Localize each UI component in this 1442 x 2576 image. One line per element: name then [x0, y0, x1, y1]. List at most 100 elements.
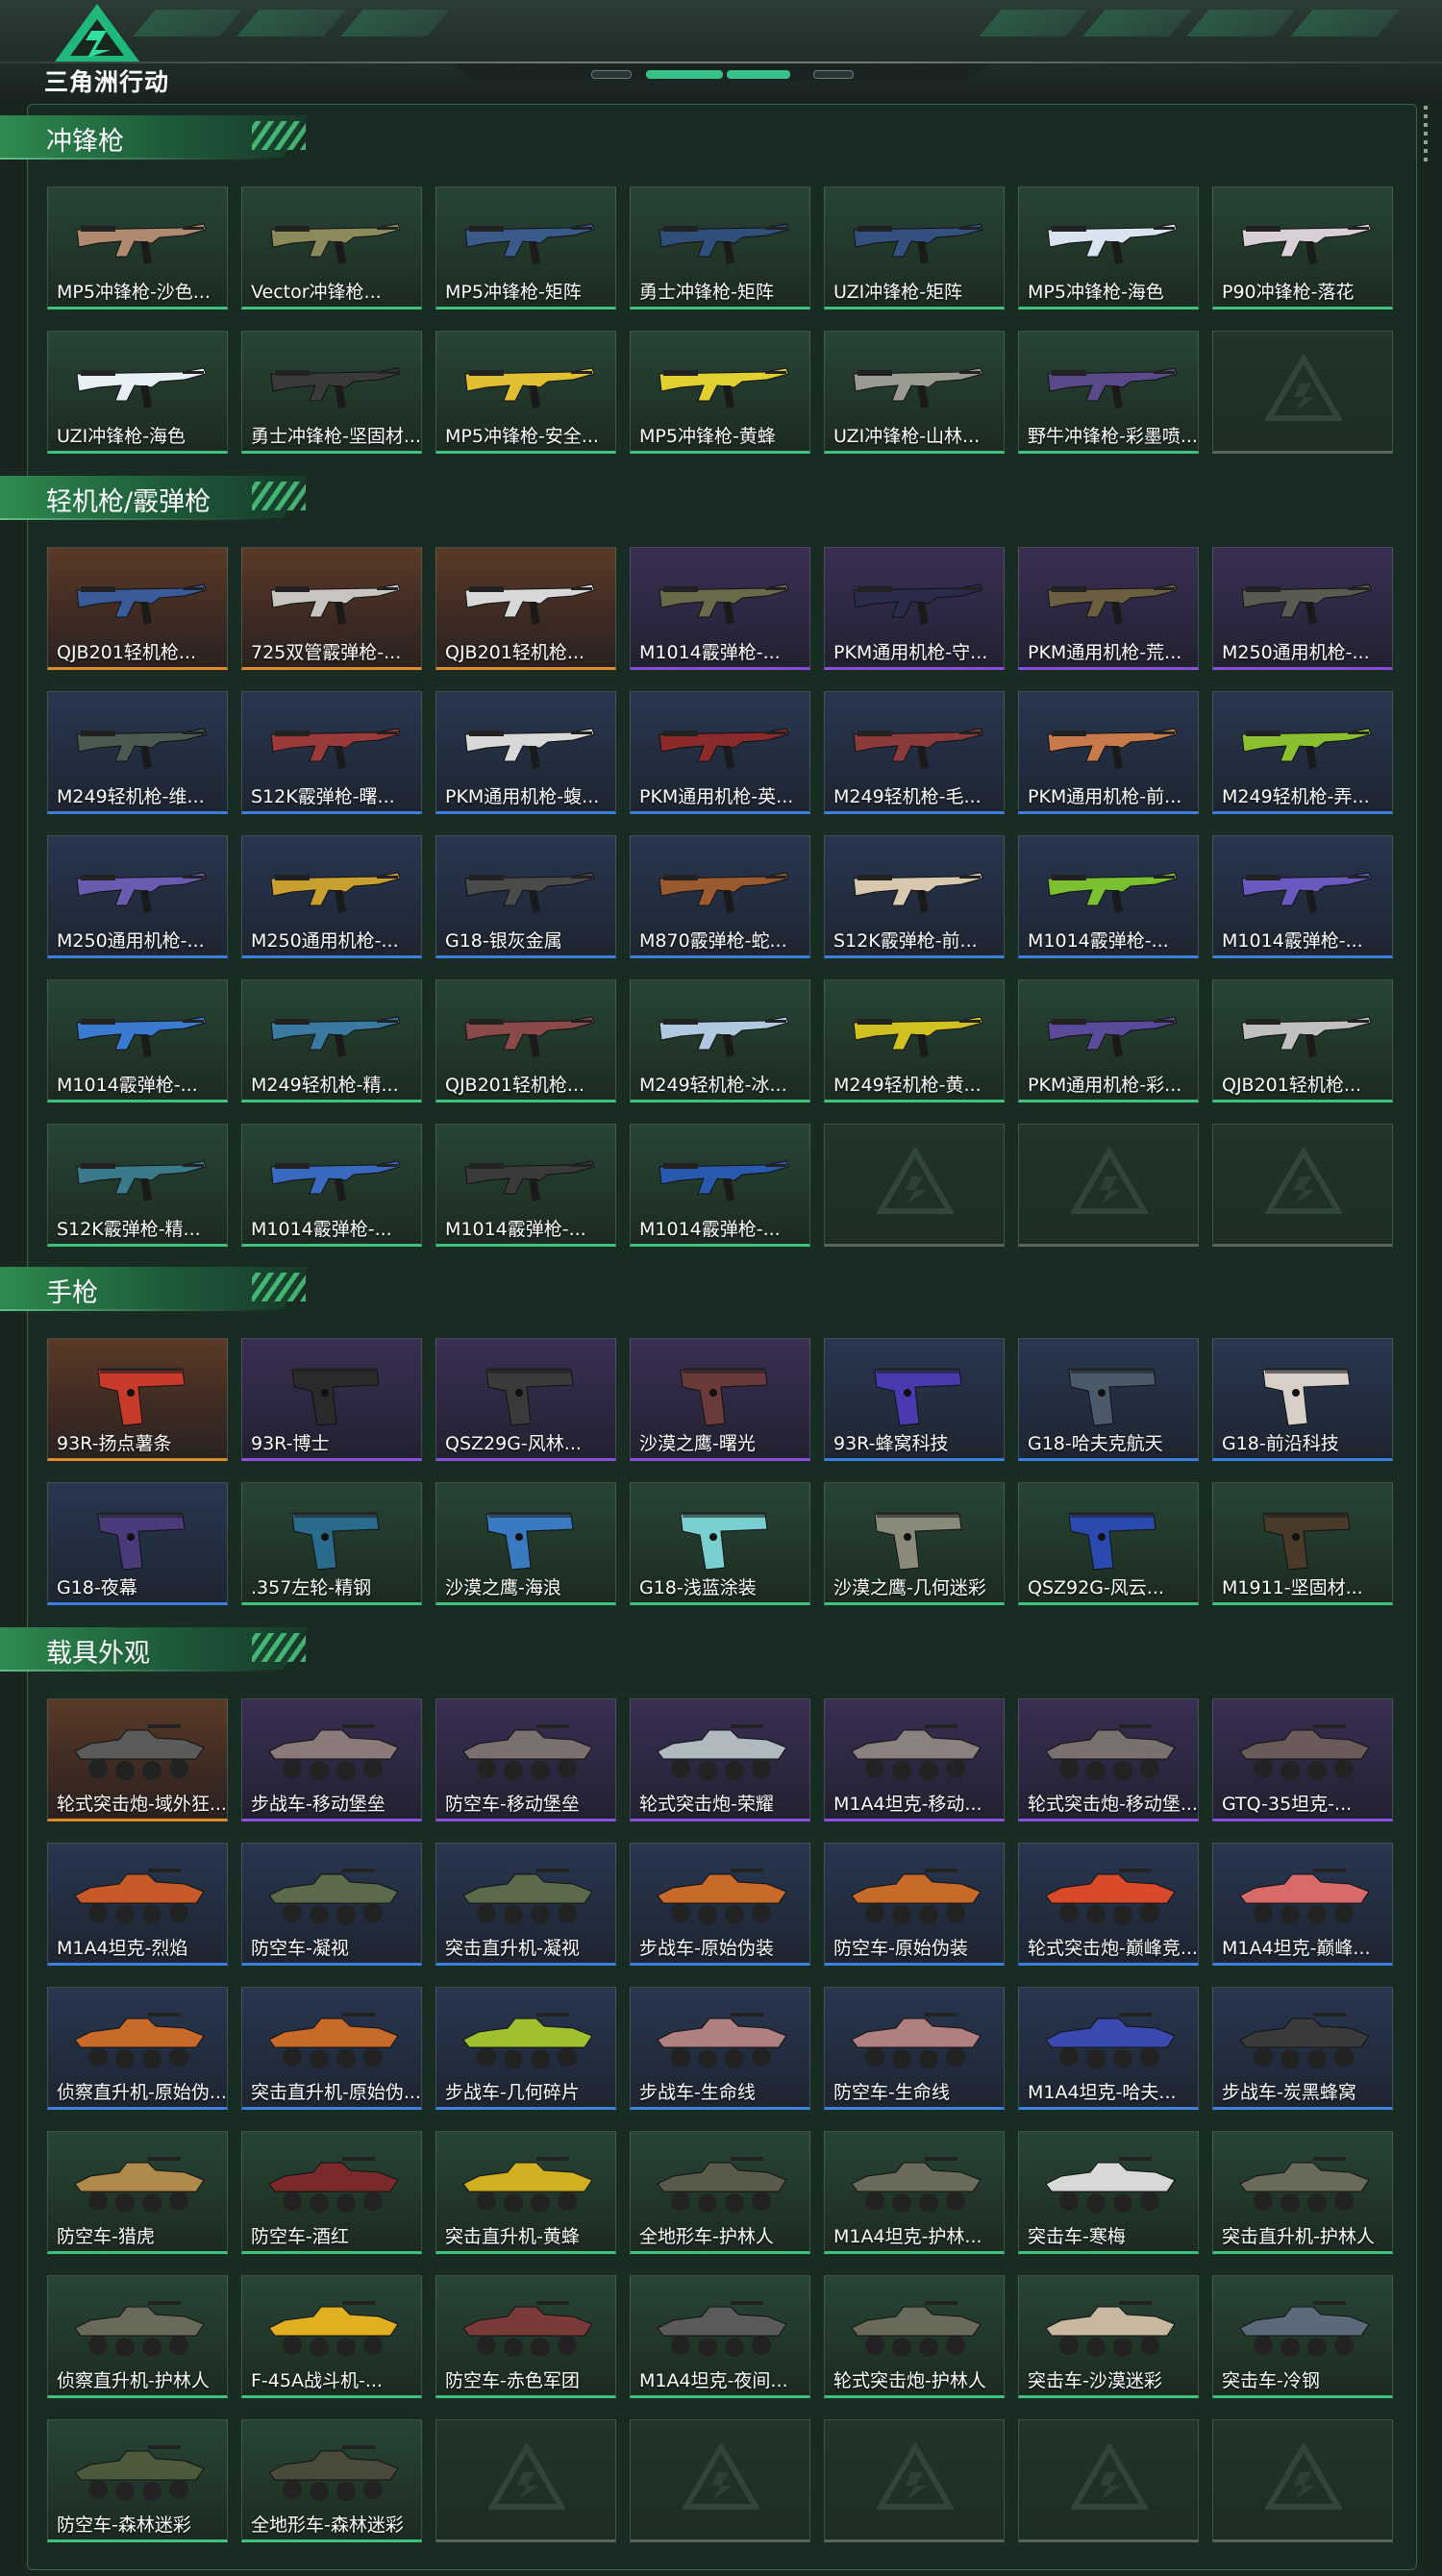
skin-card[interactable]: UZI冲锋枪-矩阵: [824, 186, 1005, 310]
skin-card[interactable]: 勇士冲锋枪-坚固材...: [241, 331, 422, 454]
skin-card[interactable]: UZI冲锋枪-山林...: [824, 331, 1005, 454]
skin-card[interactable]: M249轻机枪-维...: [47, 691, 228, 814]
skin-card[interactable]: 突击车-寒梅: [1018, 2131, 1199, 2254]
skin-card[interactable]: 防空车-原始伪装: [824, 1843, 1005, 1966]
skin-card[interactable]: 突击直升机-护林人: [1212, 2131, 1393, 2254]
skin-card[interactable]: 轮式突击炮-域外狂...: [47, 1698, 228, 1821]
skin-card[interactable]: M250通用机枪-...: [241, 835, 422, 958]
skin-card[interactable]: 突击车-沙漠迷彩: [1018, 2275, 1199, 2398]
skin-card[interactable]: 防空车-赤色军团: [435, 2275, 616, 2398]
skin-card[interactable]: 突击直升机-原始伪...: [241, 1987, 422, 2110]
skin-card[interactable]: 勇士冲锋枪-矩阵: [630, 186, 810, 310]
skin-card[interactable]: QJB201轻机枪...: [1212, 979, 1393, 1102]
skin-card[interactable]: PKM通用机枪-守...: [824, 547, 1005, 670]
page-indicator-active[interactable]: [727, 70, 790, 79]
skin-card[interactable]: QSZ92G-风云...: [1018, 1482, 1199, 1605]
skin-card[interactable]: Vector冲锋枪...: [241, 186, 422, 310]
scrollbar[interactable]: [1424, 106, 1428, 165]
skin-card[interactable]: M250通用机枪-...: [1212, 547, 1393, 670]
skin-card[interactable]: 93R-扬点薯条: [47, 1338, 228, 1461]
skin-card[interactable]: 沙漠之鹰-曙光: [630, 1338, 810, 1461]
skin-card[interactable]: 防空车-酒红: [241, 2131, 422, 2254]
skin-card[interactable]: 防空车-移动堡垒: [435, 1698, 616, 1821]
skin-card[interactable]: 沙漠之鹰-海浪: [435, 1482, 616, 1605]
skin-card[interactable]: MP5冲锋枪-矩阵: [435, 186, 616, 310]
skin-card[interactable]: 725双管霰弹枪-...: [241, 547, 422, 670]
skin-card[interactable]: 侦察直升机-原始伪...: [47, 1987, 228, 2110]
skin-card[interactable]: 侦察直升机-护林人: [47, 2275, 228, 2398]
skin-card[interactable]: M1014霰弹枪-...: [1212, 835, 1393, 958]
skin-card[interactable]: 防空车-猎虎: [47, 2131, 228, 2254]
skin-card[interactable]: 轮式突击炮-护林人: [824, 2275, 1005, 2398]
skin-card[interactable]: 轮式突击炮-巅峰竞...: [1018, 1843, 1199, 1966]
skin-card[interactable]: 突击直升机-黄蜂: [435, 2131, 616, 2254]
skin-card[interactable]: M249轻机枪-黄...: [824, 979, 1005, 1102]
page-indicator-dot[interactable]: [813, 70, 854, 79]
skin-card[interactable]: 步战车-炭黑蜂窝: [1212, 1987, 1393, 2110]
skin-card[interactable]: GTQ-35坦克-...: [1212, 1698, 1393, 1821]
skin-card[interactable]: G18-银灰金属: [435, 835, 616, 958]
skin-card[interactable]: PKM通用机枪-荒...: [1018, 547, 1199, 670]
skin-card[interactable]: 轮式突击炮-移动堡...: [1018, 1698, 1199, 1821]
skin-card[interactable]: .357左轮-精钢: [241, 1482, 422, 1605]
skin-card[interactable]: 全地形车-护林人: [630, 2131, 810, 2254]
skin-card[interactable]: M1014霰弹枪-...: [1018, 835, 1199, 958]
page-indicator-dot[interactable]: [591, 70, 632, 79]
skin-card[interactable]: M249轻机枪-精...: [241, 979, 422, 1102]
skin-card[interactable]: G18-浅蓝涂装: [630, 1482, 810, 1605]
skin-card[interactable]: QSZ29G-风林...: [435, 1338, 616, 1461]
skin-card[interactable]: 步战车-生命线: [630, 1987, 810, 2110]
skin-card[interactable]: PKM通用机枪-彩...: [1018, 979, 1199, 1102]
skin-card[interactable]: 全地形车-森林迷彩: [241, 2419, 422, 2542]
skin-card[interactable]: M1A4坦克-移动...: [824, 1698, 1005, 1821]
skin-card[interactable]: UZI冲锋枪-海色: [47, 331, 228, 454]
skin-card[interactable]: M249轻机枪-毛...: [824, 691, 1005, 814]
skin-card[interactable]: M1911-坚固材...: [1212, 1482, 1393, 1605]
skin-card[interactable]: MP5冲锋枪-黄蜂: [630, 331, 810, 454]
skin-card[interactable]: MP5冲锋枪-安全...: [435, 331, 616, 454]
skin-card[interactable]: M1014霰弹枪-...: [47, 979, 228, 1102]
skin-card[interactable]: M1014霰弹枪-...: [630, 547, 810, 670]
skin-card[interactable]: MP5冲锋枪-海色: [1018, 186, 1199, 310]
skin-card[interactable]: M1A4坦克-哈夫...: [1018, 1987, 1199, 2110]
skin-card[interactable]: M249轻机枪-弄...: [1212, 691, 1393, 814]
skin-card[interactable]: F-45A战斗机-...: [241, 2275, 422, 2398]
skin-card[interactable]: M1A4坦克-烈焰: [47, 1843, 228, 1966]
skin-card[interactable]: S12K霰弹枪-精...: [47, 1124, 228, 1247]
skin-card[interactable]: S12K霰弹枪-曙...: [241, 691, 422, 814]
skin-card[interactable]: 突击直升机-凝视: [435, 1843, 616, 1966]
skin-card[interactable]: M1014霰弹枪-...: [241, 1124, 422, 1247]
skin-card[interactable]: 93R-蜂窝科技: [824, 1338, 1005, 1461]
skin-card[interactable]: P90冲锋枪-落花: [1212, 186, 1393, 310]
skin-card[interactable]: M250通用机枪-...: [47, 835, 228, 958]
skin-card[interactable]: PKM通用机枪-英...: [630, 691, 810, 814]
skin-card[interactable]: S12K霰弹枪-前...: [824, 835, 1005, 958]
skin-card[interactable]: 野牛冲锋枪-彩墨喷...: [1018, 331, 1199, 454]
skin-card[interactable]: 沙漠之鹰-几何迷彩: [824, 1482, 1005, 1605]
skin-card[interactable]: 突击车-冷钢: [1212, 2275, 1393, 2398]
skin-card[interactable]: G18-前沿科技: [1212, 1338, 1393, 1461]
skin-card[interactable]: 步战车-几何碎片: [435, 1987, 616, 2110]
skin-card[interactable]: 防空车-森林迷彩: [47, 2419, 228, 2542]
skin-card[interactable]: QJB201轻机枪...: [435, 547, 616, 670]
skin-card[interactable]: M249轻机枪-冰...: [630, 979, 810, 1102]
skin-card[interactable]: QJB201轻机枪...: [47, 547, 228, 670]
page-indicator-active[interactable]: [646, 70, 723, 79]
skin-card[interactable]: 防空车-生命线: [824, 1987, 1005, 2110]
skin-card[interactable]: 防空车-凝视: [241, 1843, 422, 1966]
skin-card[interactable]: 步战车-原始伪装: [630, 1843, 810, 1966]
skin-card[interactable]: M1A4坦克-巅峰...: [1212, 1843, 1393, 1966]
skin-card[interactable]: 93R-博士: [241, 1338, 422, 1461]
skin-card[interactable]: M1A4坦克-护林...: [824, 2131, 1005, 2254]
skin-card[interactable]: QJB201轻机枪...: [435, 979, 616, 1102]
skin-card[interactable]: M1014霰弹枪-...: [630, 1124, 810, 1247]
skin-card[interactable]: M1014霰弹枪-...: [435, 1124, 616, 1247]
skin-card[interactable]: PKM通用机枪-前...: [1018, 691, 1199, 814]
skin-card[interactable]: M870霰弹枪-蛇...: [630, 835, 810, 958]
skin-card[interactable]: G18-夜幕: [47, 1482, 228, 1605]
skin-card[interactable]: MP5冲锋枪-沙色...: [47, 186, 228, 310]
skin-card[interactable]: 步战车-移动堡垒: [241, 1698, 422, 1821]
skin-card[interactable]: PKM通用机枪-蝮...: [435, 691, 616, 814]
skin-card[interactable]: 轮式突击炮-荣耀: [630, 1698, 810, 1821]
skin-card[interactable]: M1A4坦克-夜间...: [630, 2275, 810, 2398]
